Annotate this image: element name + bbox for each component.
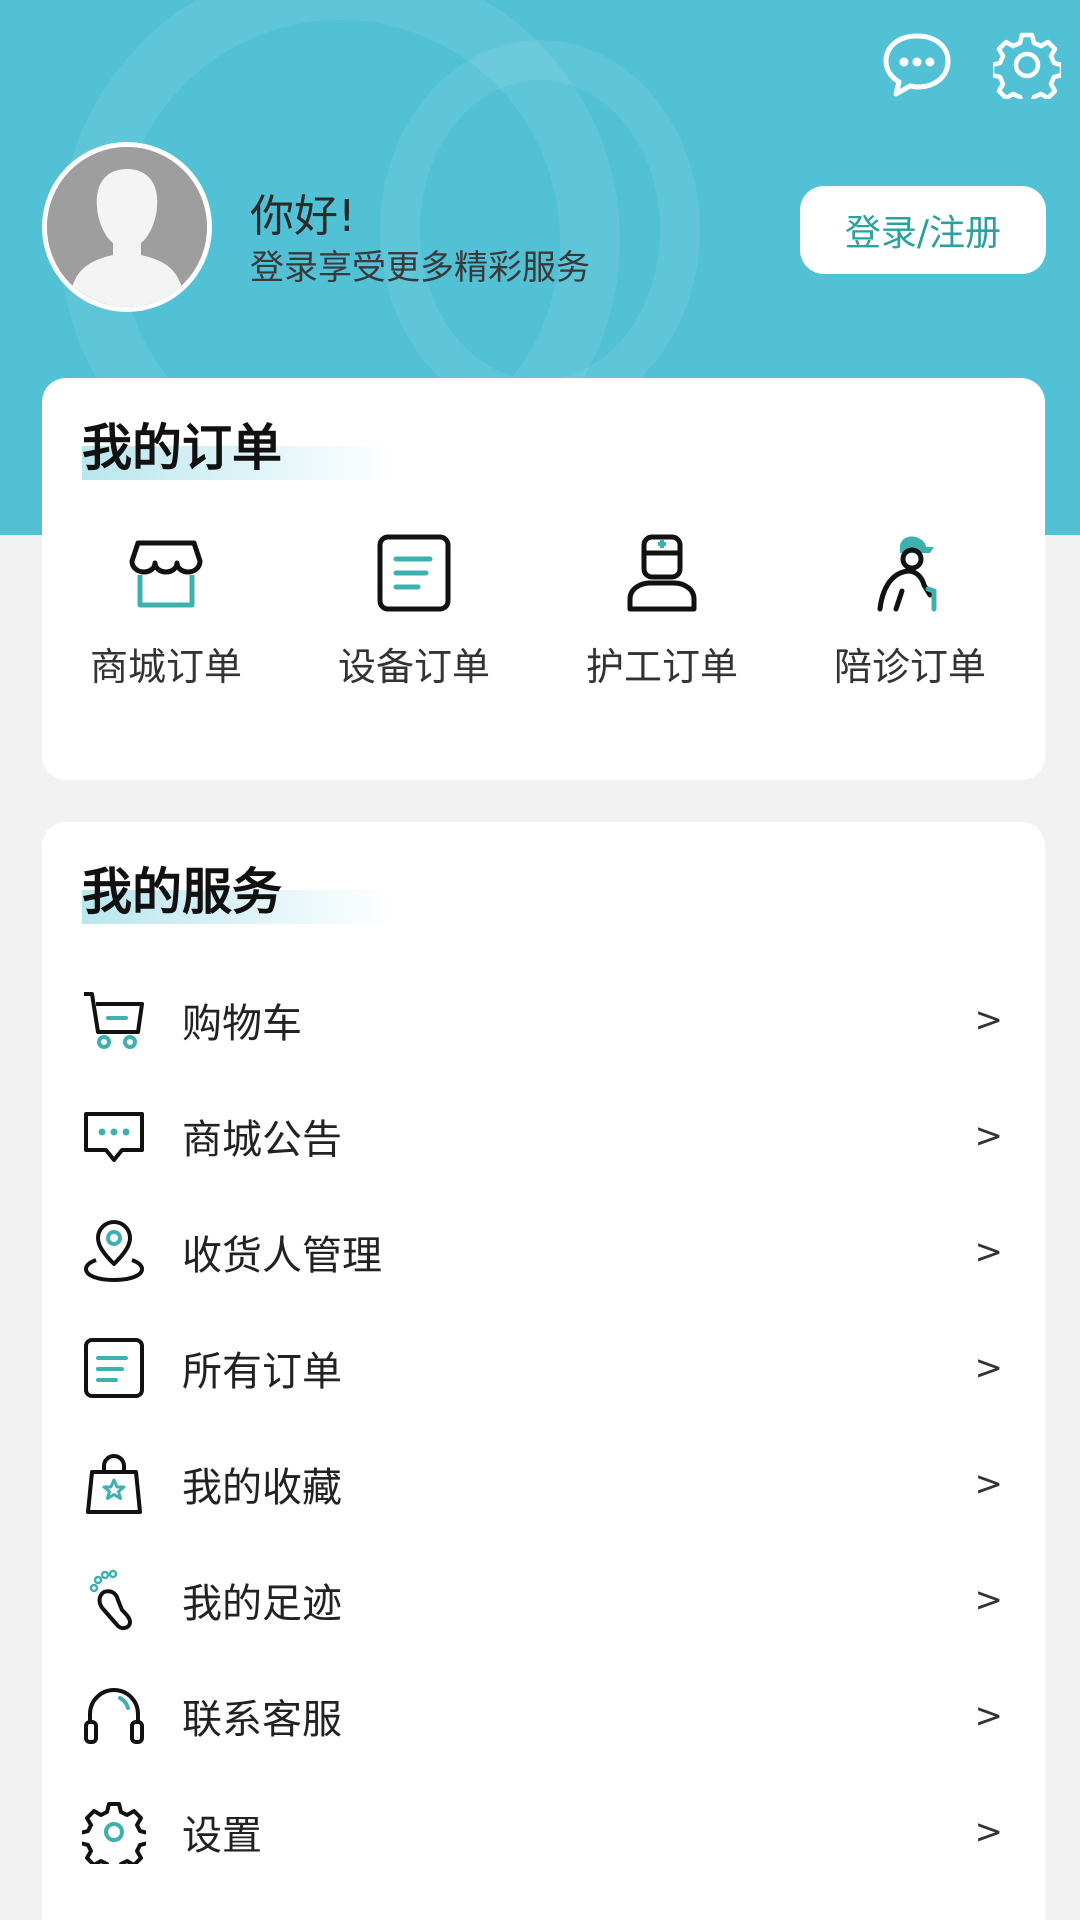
order-item-label: 护工订单 [585, 645, 738, 689]
service-item-customer-service[interactable]: 联系客服 > [42, 1658, 1045, 1774]
service-item-consignee[interactable]: 收货人管理 > [42, 1194, 1045, 1310]
order-item-label: 商城订单 [89, 645, 242, 689]
favorite-bag-icon [82, 1452, 146, 1516]
order-list-icon [82, 1336, 146, 1400]
service-item-settings[interactable]: 设置 > [42, 1774, 1045, 1890]
service-item-announcement[interactable]: 商城公告 > [42, 1078, 1045, 1194]
services-list: 购物车 > 商城公告 > 收货人管理 > 所有订单 > 我的收藏 > 我的足迹 … [42, 962, 1045, 1890]
my-orders-title: 我的订单 [82, 419, 282, 477]
service-item-label: 联系客服 [182, 1697, 342, 1743]
document-icon [369, 528, 459, 618]
footprint-icon [82, 1568, 146, 1632]
gear-icon [82, 1800, 146, 1864]
my-services-card: 我的服务 购物车 > 商城公告 > 收货人管理 > 所有订单 > 我的收藏 > … [42, 822, 1045, 1920]
service-item-label: 商城公告 [182, 1117, 342, 1163]
my-orders-card: 我的订单 商城订单 设备订单 护工订单 陪诊订单 [42, 378, 1045, 780]
chevron-right-icon: > [974, 1580, 1004, 1620]
chevron-right-icon: > [974, 1232, 1004, 1272]
header-decoration [380, 40, 700, 420]
service-item-all-orders[interactable]: 所有订单 > [42, 1310, 1045, 1426]
service-item-label: 购物车 [182, 1001, 302, 1047]
order-categories: 商城订单 设备订单 护工订单 陪诊订单 [42, 528, 1045, 691]
service-item-favorites[interactable]: 我的收藏 > [42, 1426, 1045, 1542]
nurse-icon [617, 528, 707, 618]
chevron-right-icon: > [974, 1812, 1004, 1852]
login-register-button[interactable]: 登录/注册 [800, 186, 1046, 274]
chevron-right-icon: > [974, 1464, 1004, 1504]
order-item-nurse[interactable]: 护工订单 [538, 528, 786, 691]
gear-icon[interactable] [992, 30, 1062, 100]
order-item-label: 陪诊订单 [833, 645, 986, 689]
service-item-label: 收货人管理 [182, 1233, 382, 1279]
order-item-companion[interactable]: 陪诊订单 [786, 528, 1034, 691]
my-services-title: 我的服务 [82, 863, 282, 921]
order-item-label: 设备订单 [337, 645, 490, 689]
chevron-right-icon: > [974, 1000, 1004, 1040]
greeting-title: 你好! [250, 191, 356, 242]
chevron-right-icon: > [974, 1696, 1004, 1736]
service-item-footprints[interactable]: 我的足迹 > [42, 1542, 1045, 1658]
chat-bubble-icon[interactable] [882, 30, 952, 100]
headset-icon [82, 1684, 146, 1748]
service-item-label: 设置 [182, 1813, 262, 1859]
order-item-mall[interactable]: 商城订单 [42, 528, 290, 691]
service-item-label: 所有订单 [182, 1349, 342, 1395]
cart-icon [82, 988, 146, 1052]
service-item-label: 我的收藏 [182, 1465, 342, 1511]
companion-icon [865, 528, 955, 618]
order-item-device[interactable]: 设备订单 [290, 528, 538, 691]
chevron-right-icon: > [974, 1116, 1004, 1156]
service-item-cart[interactable]: 购物车 > [42, 962, 1045, 1078]
location-icon [82, 1220, 146, 1284]
shop-icon [121, 528, 211, 618]
chevron-right-icon: > [974, 1348, 1004, 1388]
top-actions [882, 30, 1062, 100]
announcement-icon [82, 1104, 146, 1168]
greeting-subtitle: 登录享受更多精彩服务 [250, 248, 590, 288]
avatar[interactable] [42, 142, 212, 312]
service-item-label: 我的足迹 [182, 1581, 342, 1627]
